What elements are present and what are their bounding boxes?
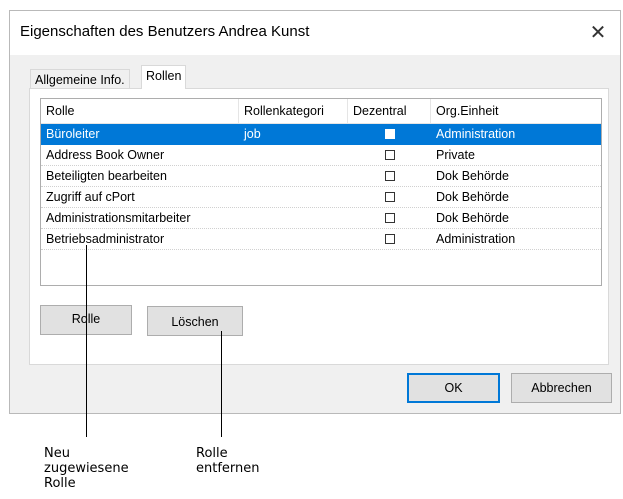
roles-table: Rolle Rollenkategori Dezentral Org.Einhe… <box>40 98 602 286</box>
cell-rollenkategorie <box>239 166 348 187</box>
cell-rollenkategorie <box>239 145 348 166</box>
dezentral-checkbox[interactable] <box>385 213 395 223</box>
table-row[interactable]: Büroleiter job Administration <box>41 124 601 145</box>
title-bar: Eigenschaften des Benutzers Andrea Kunst… <box>10 11 620 55</box>
callout-line-neu <box>86 245 87 437</box>
cell-rolle: Zugriff auf cPort <box>46 190 135 204</box>
table-row[interactable]: Beteiligten bearbeiten Dok Behörde <box>41 166 601 187</box>
cell-rolle: Büroleiter <box>46 127 100 141</box>
cell-dezentral <box>348 166 431 187</box>
cell-dezentral <box>348 145 431 166</box>
table-row[interactable]: Address Book Owner Private <box>41 145 601 166</box>
cell-rolle: Betriebsadministrator <box>46 232 165 246</box>
cell-dezentral <box>348 124 431 145</box>
column-header-rolle[interactable]: Rolle <box>41 99 239 123</box>
dezentral-checkbox[interactable] <box>385 129 395 139</box>
ok-button[interactable]: OK <box>407 373 500 403</box>
close-icon[interactable]: ✕ <box>584 19 612 47</box>
table-row[interactable]: Administrationsmitarbeiter Dok Behörde <box>41 208 601 229</box>
tab-rollen[interactable]: Rollen <box>141 65 187 89</box>
column-header-rollenkategorie[interactable]: Rollenkategori <box>239 99 348 123</box>
cell-dezentral <box>348 187 431 208</box>
cell-rolle: Beteiligten bearbeiten <box>46 169 167 183</box>
cell-rolle: Address Book Owner <box>46 148 165 162</box>
cell-dezentral <box>348 208 431 229</box>
table-row[interactable]: Betriebsadministrator Administration <box>41 229 601 250</box>
caption-rolle-entfernen: Rolle entfernen <box>196 446 260 476</box>
cell-org-einheit: Administration <box>436 232 516 246</box>
dezentral-checkbox[interactable] <box>385 192 395 202</box>
cell-rolle: Administrationsmitarbeiter <box>46 211 191 225</box>
cell-org-einheit: Dok Behörde <box>436 190 509 204</box>
dezentral-checkbox[interactable] <box>385 150 395 160</box>
cell-dezentral <box>348 229 431 250</box>
cell-rollenkategorie <box>239 187 348 208</box>
dezentral-checkbox[interactable] <box>385 171 395 181</box>
column-header-org-einheit[interactable]: Org.Einheit <box>431 99 601 123</box>
caption-neu-zugewiesene-rolle: Neu zugewiesene Rolle <box>44 446 129 491</box>
cell-org-einheit: Private <box>436 148 475 162</box>
callout-line-entfernen <box>221 331 222 437</box>
cell-org-einheit: Dok Behörde <box>436 169 509 183</box>
cell-rollenkategorie <box>239 208 348 229</box>
user-properties-dialog: Eigenschaften des Benutzers Andrea Kunst… <box>9 10 621 414</box>
tab-allgemeine-info[interactable]: Allgemeine Info. <box>30 69 130 89</box>
table-row[interactable]: Zugriff auf cPort Dok Behörde <box>41 187 601 208</box>
roles-panel: Rolle Rollenkategori Dezentral Org.Einhe… <box>29 88 609 365</box>
cell-org-einheit: Dok Behörde <box>436 211 509 225</box>
delete-role-button[interactable]: Löschen <box>147 306 243 336</box>
dialog-title: Eigenschaften des Benutzers Andrea Kunst <box>20 23 310 40</box>
cell-org-einheit: Administration <box>436 127 516 141</box>
table-header: Rolle Rollenkategori Dezentral Org.Einhe… <box>41 99 601 124</box>
cell-rollenkategorie <box>239 229 348 250</box>
column-header-dezentral[interactable]: Dezentral <box>348 99 431 123</box>
cancel-button[interactable]: Abbrechen <box>511 373 612 403</box>
cell-rollenkategorie: job <box>244 127 261 141</box>
dezentral-checkbox[interactable] <box>385 234 395 244</box>
